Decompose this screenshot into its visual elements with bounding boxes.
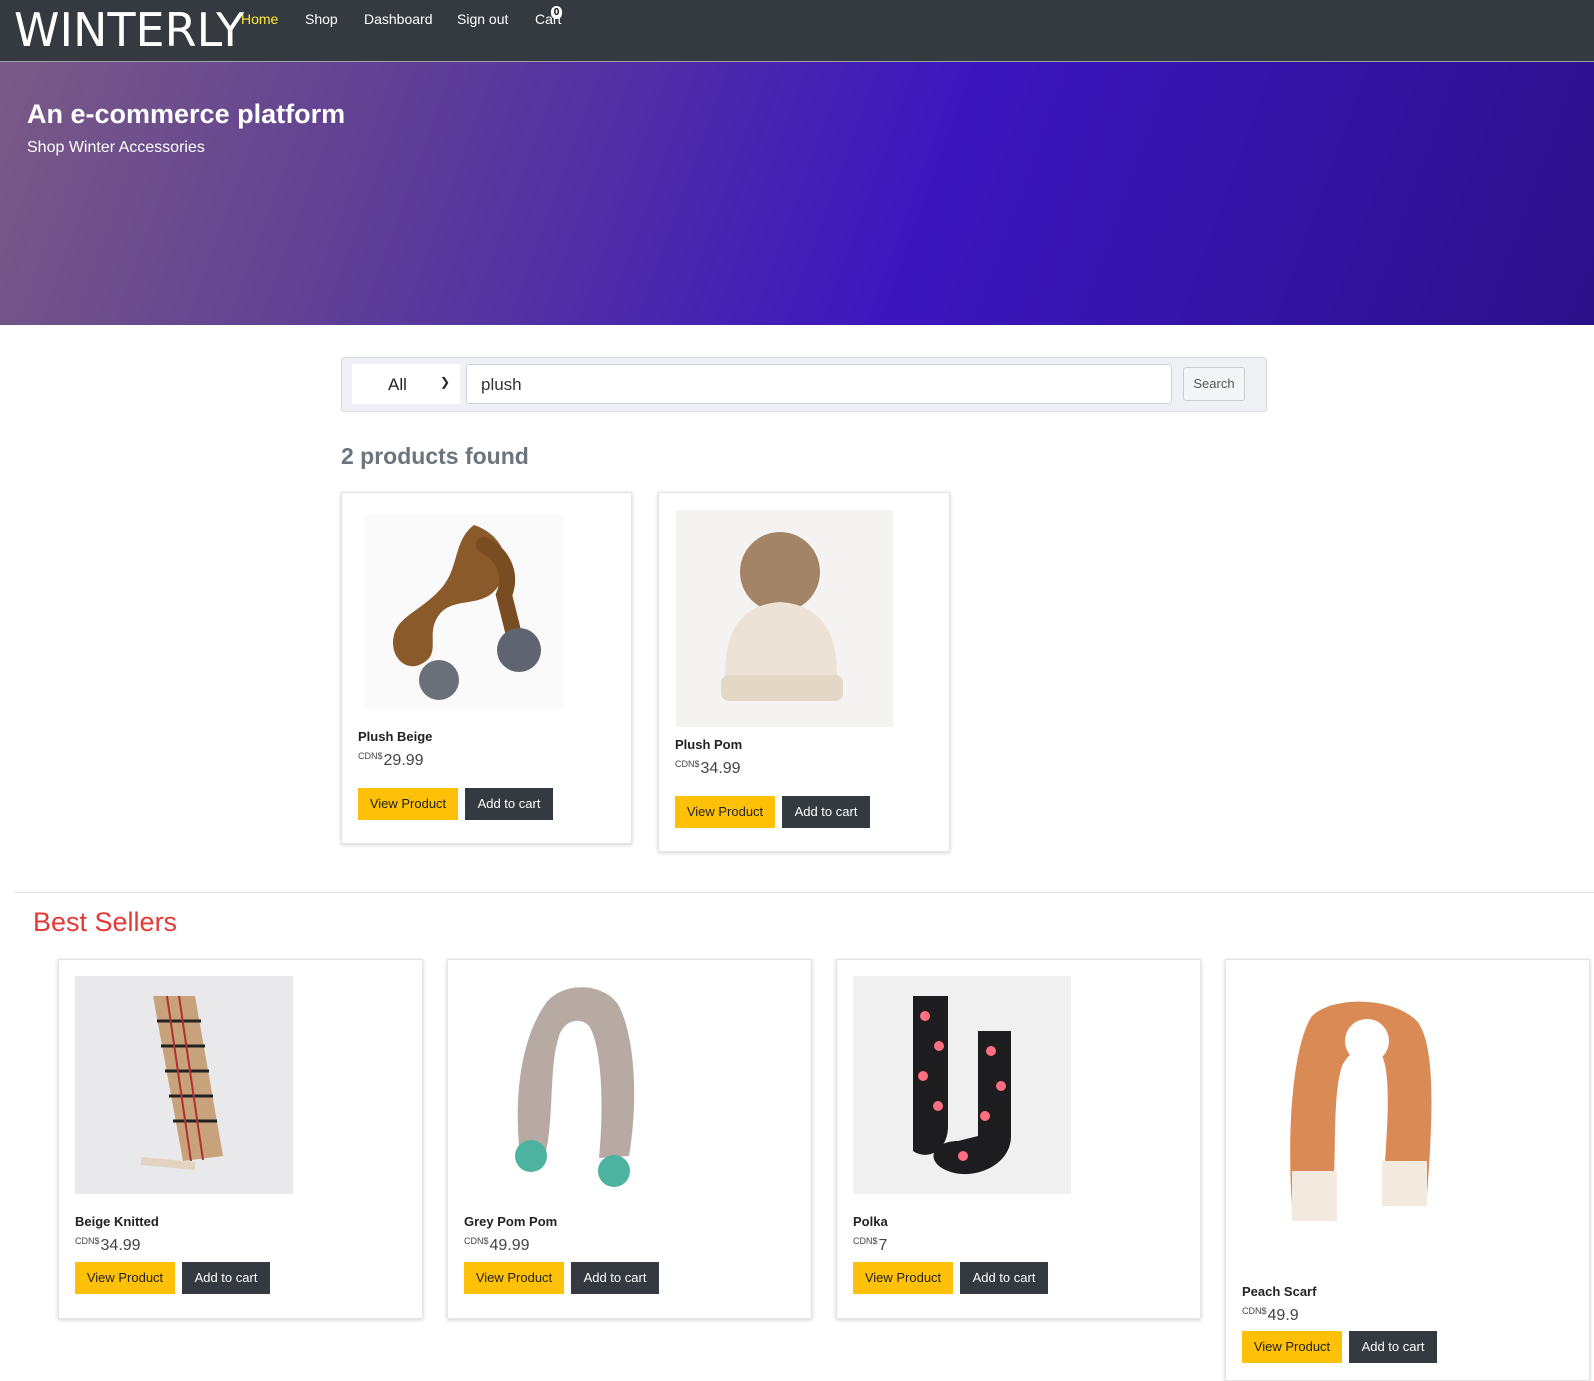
search-input-value: plush xyxy=(481,375,522,394)
view-product-button[interactable]: View Product xyxy=(464,1262,564,1294)
nav-shop[interactable]: Shop xyxy=(305,11,338,27)
results-count: 2 products found xyxy=(341,443,529,469)
price-currency: CDN$ xyxy=(358,751,383,761)
price-currency: CDN$ xyxy=(853,1236,878,1246)
product-name[interactable]: Beige Knitted xyxy=(75,1214,159,1229)
product-name[interactable]: Peach Scarf xyxy=(1242,1284,1316,1299)
price-value: 49.9 xyxy=(1267,1307,1299,1324)
product-image[interactable] xyxy=(75,976,293,1194)
cart-count-badge: 0 xyxy=(551,6,562,19)
price-currency: CDN$ xyxy=(75,1236,100,1246)
price-value: 34.99 xyxy=(100,1237,141,1254)
nav-home[interactable]: Home xyxy=(241,11,278,27)
price-value: 49.99 xyxy=(489,1237,530,1254)
add-to-cart-button[interactable]: Add to cart xyxy=(182,1262,270,1294)
nav-dashboard[interactable]: Dashboard xyxy=(364,11,433,27)
price-value: 29.99 xyxy=(383,752,424,769)
hero-title: An e-commerce platform xyxy=(27,99,346,129)
product-card: Beige Knitted CDN$34.99 View Product Add… xyxy=(58,959,423,1319)
view-product-button[interactable]: View Product xyxy=(75,1262,175,1294)
search-button[interactable]: Search xyxy=(1183,367,1245,401)
chevron-down-icon: ❯ xyxy=(440,375,451,389)
add-to-cart-button[interactable]: Add to cart xyxy=(782,796,870,828)
price-value: 34.99 xyxy=(700,760,741,777)
product-name[interactable]: Plush Beige xyxy=(358,729,432,744)
hero-banner: An e-commerce platform Shop Winter Acces… xyxy=(0,62,1594,325)
price-currency: CDN$ xyxy=(675,759,700,769)
search-input[interactable]: plush xyxy=(466,364,1172,404)
price-currency: CDN$ xyxy=(464,1236,489,1246)
product-price: CDN$34.99 xyxy=(675,759,741,778)
product-card: Plush Pom CDN$34.99 View Product Add to … xyxy=(658,492,950,852)
product-image[interactable] xyxy=(364,515,564,711)
search-bar: All ❯ plush Search xyxy=(341,357,1267,412)
add-to-cart-button[interactable]: Add to cart xyxy=(571,1262,659,1294)
product-price: CDN$49.9 xyxy=(1242,1306,1299,1325)
view-product-button[interactable]: View Product xyxy=(358,788,458,820)
view-product-button[interactable]: View Product xyxy=(1242,1331,1342,1363)
product-price: CDN$49.99 xyxy=(464,1236,530,1255)
product-name[interactable]: Grey Pom Pom xyxy=(464,1214,557,1229)
category-select-value: All xyxy=(388,375,407,394)
add-to-cart-button[interactable]: Add to cart xyxy=(465,788,553,820)
brand-logo[interactable]: WINTERLY xyxy=(14,4,244,56)
product-name[interactable]: Polka xyxy=(853,1214,888,1229)
view-product-button[interactable]: View Product xyxy=(853,1262,953,1294)
category-select[interactable]: All ❯ xyxy=(352,364,460,404)
price-currency: CDN$ xyxy=(1242,1306,1267,1316)
product-card: Grey Pom Pom CDN$49.99 View Product Add … xyxy=(447,959,812,1319)
best-sellers-title: Best Sellers xyxy=(33,907,178,937)
view-product-button[interactable]: View Product xyxy=(675,796,775,828)
product-price: CDN$7 xyxy=(853,1236,887,1255)
add-to-cart-button[interactable]: Add to cart xyxy=(960,1262,1048,1294)
product-card: Peach Scarf CDN$49.9 View Product Add to… xyxy=(1225,959,1590,1381)
nav-sign-out[interactable]: Sign out xyxy=(457,11,508,27)
product-image[interactable] xyxy=(464,976,682,1194)
product-name[interactable]: Plush Pom xyxy=(675,737,742,752)
product-price: CDN$34.99 xyxy=(75,1236,141,1255)
section-divider xyxy=(14,892,1594,893)
hero-subtitle: Shop Winter Accessories xyxy=(27,139,205,156)
top-navbar: WINTERLY Home Shop Dashboard Sign out Ca… xyxy=(0,0,1594,62)
product-price: CDN$29.99 xyxy=(358,751,424,770)
product-image[interactable] xyxy=(853,976,1071,1194)
price-value: 7 xyxy=(878,1237,888,1254)
add-to-cart-button[interactable]: Add to cart xyxy=(1349,1331,1437,1363)
product-card: Plush Beige CDN$29.99 View Product Add t… xyxy=(341,492,632,844)
product-card: Polka CDN$7 View Product Add to cart xyxy=(836,959,1201,1319)
product-image[interactable] xyxy=(1242,976,1502,1246)
product-image[interactable] xyxy=(676,510,893,727)
